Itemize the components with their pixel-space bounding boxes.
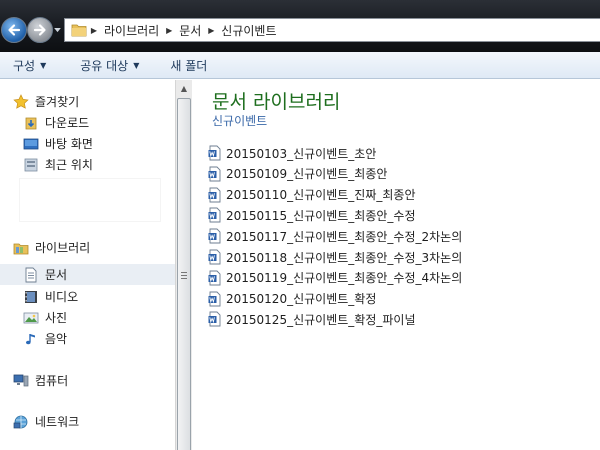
breadcrumb-separator-icon[interactable]: ▶ xyxy=(162,26,176,35)
sidebar-item-label: 문서 xyxy=(45,268,68,282)
word-document-icon xyxy=(208,270,221,286)
sidebar-item-videos[interactable]: 비디오 xyxy=(0,286,175,307)
sidebar-item-desktop[interactable]: 바탕 화면 xyxy=(0,133,175,154)
file-name: 20150103_신규이벤트_초안 xyxy=(226,146,377,161)
library-folder-icon xyxy=(13,240,29,256)
file-item[interactable]: 20150117_신규이벤트_최종안_수정_2차논의 xyxy=(208,227,462,245)
sidebar-item-network[interactable]: 네트워크 xyxy=(0,411,175,432)
sidebar-item-label: 다운로드 xyxy=(45,116,90,130)
recent-pages-button[interactable] xyxy=(53,25,61,35)
sidebar-item-documents[interactable]: 문서 xyxy=(0,264,175,285)
file-name: 20150117_신규이벤트_최종안_수정_2차논의 xyxy=(226,229,463,244)
file-name: 20150120_신규이벤트_확정 xyxy=(226,292,377,307)
file-item[interactable]: 20150103_신규이벤트_초안 xyxy=(208,144,376,162)
file-name: 20150118_신규이벤트_최종안_수정_3차논의 xyxy=(226,250,463,265)
title-bar: ▶ 라이브러리 ▶ 문서 ▶ 신규이벤트 xyxy=(0,0,600,52)
word-document-icon xyxy=(208,207,221,223)
chevron-down-icon: ▼ xyxy=(133,60,140,70)
download-folder-icon xyxy=(23,115,39,131)
file-list-pane: 문서 라이브러리 신규이벤트 20150103_신규이벤트_초안 20150109… xyxy=(192,80,600,450)
sidebar-item-label: 컴퓨터 xyxy=(35,374,69,388)
file-name: 20150109_신규이벤트_최종안 xyxy=(226,167,388,182)
sidebar-item-pictures[interactable]: 사진 xyxy=(0,307,175,328)
music-icon xyxy=(23,331,39,347)
sidebar-item-music[interactable]: 음악 xyxy=(0,328,175,349)
library-title: 문서 라이브러리 xyxy=(212,91,341,113)
breadcrumb-current-folder[interactable]: 신규이벤트 xyxy=(218,22,279,39)
sidebar-item-label: 즐겨찾기 xyxy=(35,95,80,109)
word-document-icon xyxy=(208,187,221,203)
desktop-icon xyxy=(23,136,39,152)
word-document-icon xyxy=(208,249,221,265)
file-item[interactable]: 20150109_신규이벤트_최종안 xyxy=(208,165,387,183)
documents-icon xyxy=(23,267,39,283)
word-document-icon xyxy=(208,291,221,307)
blank-area xyxy=(19,178,161,222)
file-name: 20150110_신규이벤트_진짜_최종안 xyxy=(226,188,416,203)
sidebar-item-label: 라이브러리 xyxy=(35,241,91,255)
sidebar-item-label: 최근 위치 xyxy=(45,158,93,172)
sidebar-item-label: 비디오 xyxy=(45,290,79,304)
word-document-icon xyxy=(208,228,221,244)
scrollbar-thumb[interactable] xyxy=(177,98,191,450)
new-folder-button[interactable]: 새 폴더 xyxy=(170,57,207,74)
file-item[interactable]: 20150110_신규이벤트_진짜_최종안 xyxy=(208,186,415,204)
grip-icon xyxy=(181,272,187,279)
file-name: 20150125_신규이벤트_확정_파이널 xyxy=(226,312,416,327)
scroll-up-button[interactable]: ▲ xyxy=(176,80,192,96)
organize-button[interactable]: 구성 ▼ xyxy=(13,57,46,74)
file-item[interactable]: 20150115_신규이벤트_최종안_수정 xyxy=(208,206,415,224)
arrow-right-icon xyxy=(33,24,46,36)
chevron-down-icon: ▼ xyxy=(40,60,47,70)
sidebar-item-label: 사진 xyxy=(45,311,68,325)
sidebar-item-libraries[interactable]: 라이브러리 xyxy=(0,237,175,258)
organize-label: 구성 xyxy=(13,58,36,73)
network-icon xyxy=(13,414,29,430)
sidebar-item-label: 음악 xyxy=(45,332,68,346)
forward-button[interactable] xyxy=(27,17,53,43)
address-bar[interactable]: ▶ 라이브러리 ▶ 문서 ▶ 신규이벤트 xyxy=(64,18,600,42)
computer-icon xyxy=(13,373,29,389)
sidebar-item-downloads[interactable]: 다운로드 xyxy=(0,112,175,133)
file-item[interactable]: 20150125_신규이벤트_확정_파이널 xyxy=(208,310,415,328)
back-button[interactable] xyxy=(1,17,27,43)
new-folder-label: 새 폴더 xyxy=(170,58,208,73)
word-document-icon xyxy=(208,145,221,161)
navigation-pane: 즐겨찾기 다운로드 바탕 화면 최근 위치 라이브러리 문서 비디오 사진 음악… xyxy=(0,80,175,450)
video-icon xyxy=(23,289,39,305)
folder-icon xyxy=(71,23,87,37)
file-name: 20150115_신규이벤트_최종안_수정 xyxy=(226,208,416,223)
file-name: 20150119_신규이벤트_최종안_수정_4차논의 xyxy=(226,271,463,286)
navigation-scrollbar[interactable]: ▲ xyxy=(175,80,192,450)
recent-places-icon xyxy=(23,157,39,173)
sidebar-item-recent-places[interactable]: 최근 위치 xyxy=(0,154,175,175)
share-with-button[interactable]: 공유 대상 ▼ xyxy=(80,57,139,74)
pictures-icon xyxy=(23,310,39,326)
chevron-down-icon xyxy=(53,27,61,32)
sidebar-item-computer[interactable]: 컴퓨터 xyxy=(0,370,175,391)
word-document-icon xyxy=(208,311,221,327)
sidebar-item-label: 바탕 화면 xyxy=(45,137,93,151)
sidebar-item-favorites[interactable]: 즐겨찾기 xyxy=(0,91,175,112)
breadcrumb-documents[interactable]: 문서 xyxy=(176,22,204,39)
breadcrumb-separator-icon[interactable]: ▶ xyxy=(87,26,101,35)
word-document-icon xyxy=(208,166,221,182)
share-with-label: 공유 대상 xyxy=(80,58,129,73)
current-folder-link[interactable]: 신규이벤트 xyxy=(212,112,267,129)
arrow-left-icon xyxy=(8,24,21,36)
file-item[interactable]: 20150119_신규이벤트_최종안_수정_4차논의 xyxy=(208,269,462,287)
sidebar-item-label: 네트워크 xyxy=(35,415,80,429)
star-icon xyxy=(13,93,29,110)
breadcrumb-libraries[interactable]: 라이브러리 xyxy=(101,22,162,39)
breadcrumb-separator-icon[interactable]: ▶ xyxy=(204,26,218,35)
command-bar: 구성 ▼ 공유 대상 ▼ 새 폴더 xyxy=(0,52,600,79)
file-item[interactable]: 20150118_신규이벤트_최종안_수정_3차논의 xyxy=(208,248,462,266)
file-item[interactable]: 20150120_신규이벤트_확정 xyxy=(208,290,376,308)
